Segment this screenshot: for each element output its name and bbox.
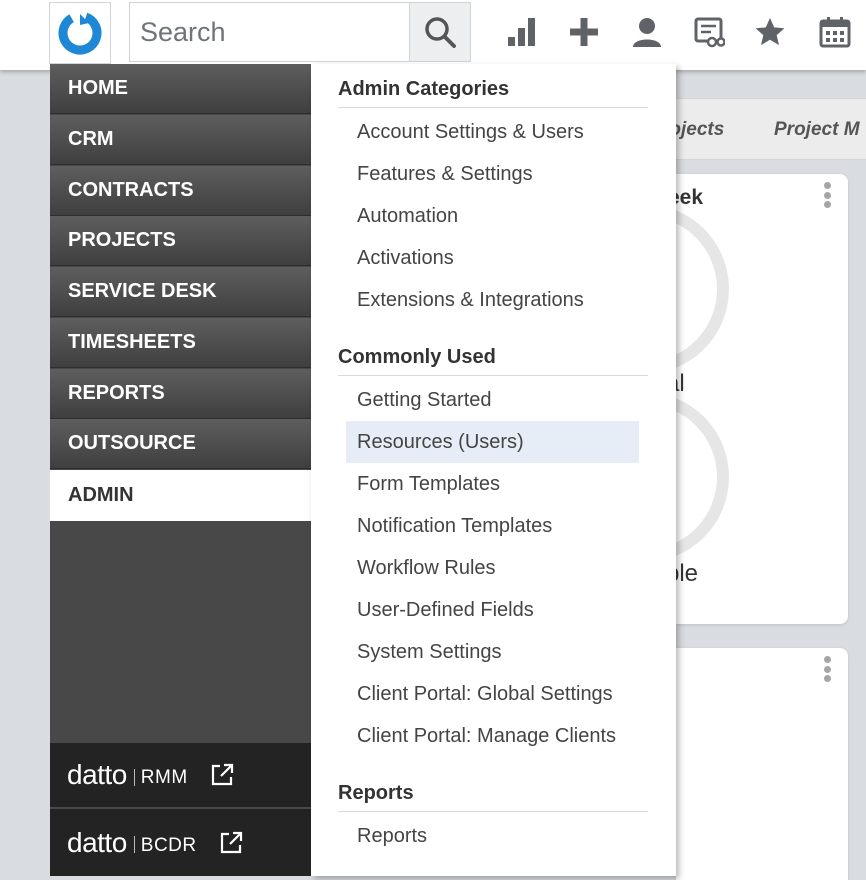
section-admin-categories: Admin Categories [338, 78, 648, 108]
background-widget-card-2 [676, 648, 848, 880]
background-tab-bar: rojects Project M [662, 98, 866, 160]
nav-item-timesheets[interactable]: TIMESHEETS [50, 318, 311, 368]
menu-item-client-portal-global-settings[interactable]: Client Portal: Global Settings [346, 673, 639, 715]
menu-item-form-templates[interactable]: Form Templates [346, 463, 639, 505]
widget-label-2: ble [676, 560, 699, 587]
widget-label-1: al [676, 370, 685, 397]
section-commonly-used: Commonly Used [338, 346, 648, 376]
rmm-product-label: RMM [140, 767, 188, 788]
main-navigation: HOME CRM CONTRACTS PROJECTS SERVICE DESK… [50, 64, 311, 876]
top-bar [0, 0, 866, 70]
search-icon [425, 17, 456, 48]
menu-item-notification-templates[interactable]: Notification Templates [346, 505, 639, 547]
nav-item-service-desk[interactable]: SERVICE DESK [50, 267, 311, 317]
plus-icon [570, 18, 598, 46]
section-reports: Reports [338, 782, 648, 812]
datto-brand-label: datto [67, 759, 127, 790]
menu-item-system-settings[interactable]: System Settings [346, 631, 639, 673]
bcdr-product-label: BCDR [140, 834, 197, 856]
timesheet-icon [694, 17, 725, 48]
menu-item-resources-users[interactable]: Resources (Users) [346, 421, 639, 463]
datto-brand-label: datto [67, 826, 127, 858]
nav-item-projects[interactable]: PROJECTS [50, 216, 311, 266]
star-icon [755, 18, 785, 46]
background-tab-project-m[interactable]: Project M [774, 119, 860, 141]
brand-separator [133, 836, 135, 853]
menu-item-activations[interactable]: Activations [346, 237, 639, 279]
background-widget-card: eek al ble [676, 174, 848, 624]
nav-item-admin[interactable]: ADMIN [50, 470, 311, 521]
favorites-button[interactable] [750, 12, 790, 52]
logo-icon [58, 11, 102, 55]
widget-menu-icon[interactable] [824, 182, 832, 208]
bar-chart-icon [508, 18, 535, 46]
new-item-button[interactable] [564, 12, 604, 52]
datto-bcdr-link[interactable]: datto BCDR [50, 809, 311, 876]
widget-title: eek [676, 186, 704, 209]
external-link-icon [210, 763, 234, 787]
menu-item-reports[interactable]: Reports [346, 815, 639, 857]
admin-menu-panel: Admin Categories Account Settings & User… [311, 64, 676, 876]
nav-item-crm[interactable]: CRM [50, 115, 311, 165]
menu-item-user-defined-fields[interactable]: User-Defined Fields [346, 589, 639, 631]
analytics-button[interactable] [501, 12, 541, 52]
menu-item-getting-started[interactable]: Getting Started [346, 379, 639, 421]
menu-item-client-portal-manage-clients[interactable]: Client Portal: Manage Clients [346, 715, 639, 757]
user-icon [633, 18, 661, 47]
nav-item-outsource[interactable]: OUTSOURCE [50, 419, 311, 469]
widget-ring-chart-2 [676, 392, 729, 562]
brand-separator [133, 768, 135, 786]
search-button[interactable] [409, 2, 471, 62]
widget-ring-chart [676, 204, 729, 374]
external-link-icon [219, 831, 243, 855]
nav-item-reports[interactable]: REPORTS [50, 369, 311, 419]
nav-item-contracts[interactable]: CONTRACTS [50, 166, 311, 216]
timesheet-button[interactable] [689, 12, 729, 52]
menu-item-features-settings[interactable]: Features & Settings [346, 153, 639, 195]
user-menu-button[interactable] [627, 12, 667, 52]
datto-rmm-link[interactable]: datto RMM [50, 743, 311, 808]
menu-item-workflow-rules[interactable]: Workflow Rules [346, 547, 639, 589]
search-input[interactable] [129, 2, 410, 62]
calendar-button[interactable] [815, 12, 855, 52]
menu-item-account-settings-users[interactable]: Account Settings & Users [346, 111, 639, 153]
calendar-icon [819, 17, 851, 48]
menu-item-automation[interactable]: Automation [346, 195, 639, 237]
menu-item-extensions-integrations[interactable]: Extensions & Integrations [346, 279, 639, 321]
nav-item-home[interactable]: HOME [50, 64, 311, 114]
autotask-logo[interactable] [49, 2, 111, 64]
widget-menu-icon[interactable] [824, 656, 832, 682]
